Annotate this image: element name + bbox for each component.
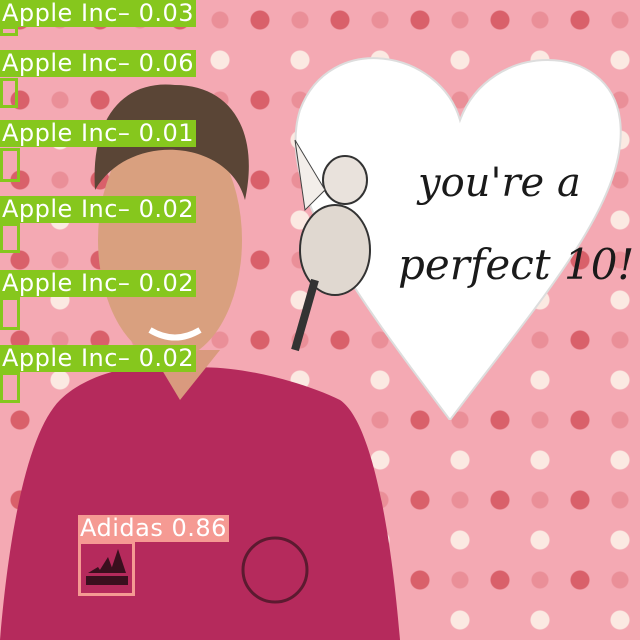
detection-box [0, 297, 20, 330]
detection-label: Apple Inc– 0.06 [0, 49, 196, 77]
detection-box [0, 78, 18, 108]
detection-box [78, 541, 135, 596]
card-text-line1: you're a [418, 160, 581, 206]
card-text-line2: perfect 10! [398, 240, 635, 289]
detection-label: Apple Inc– 0.02 [0, 344, 196, 372]
detection-label: Apple Inc– 0.01 [0, 119, 196, 147]
detection-box [0, 372, 20, 403]
detection-box [0, 26, 18, 36]
detection-box [0, 148, 20, 182]
detection-label: Apple Inc– 0.03 [0, 0, 196, 27]
detection-label: Apple Inc– 0.02 [0, 269, 196, 297]
detection-box [0, 223, 20, 253]
detection-label: Apple Inc– 0.02 [0, 195, 196, 223]
detection-label: Adidas 0.86 [78, 514, 229, 542]
